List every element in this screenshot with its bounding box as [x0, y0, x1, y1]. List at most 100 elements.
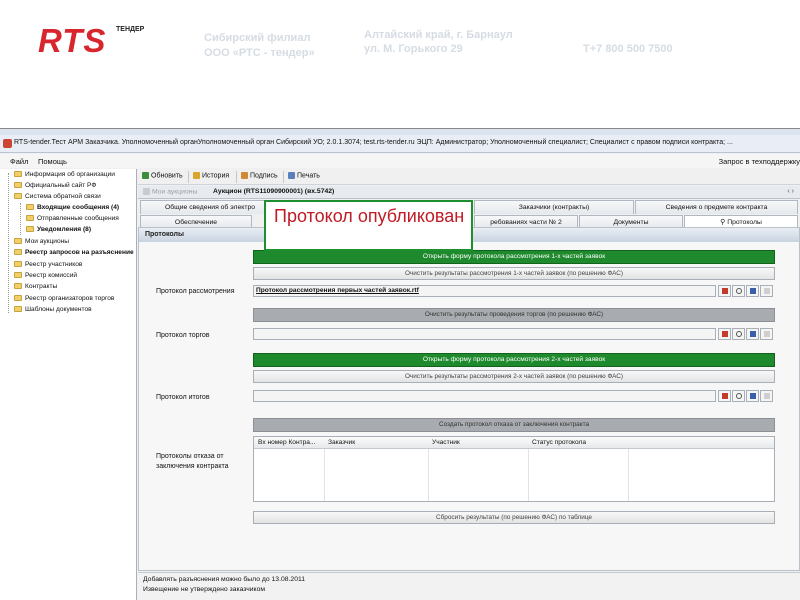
results-protocol-field[interactable] — [253, 390, 716, 402]
col-protocol-status[interactable]: Статус протокола — [532, 439, 586, 446]
label-review-protocol: Протокол рассмотрения — [156, 288, 235, 295]
tree-item-participants[interactable]: Реестр участников — [14, 260, 82, 270]
label-refusal-protocols: Протоколы отказа от заключения контракта — [156, 453, 229, 470]
tab-general-info[interactable]: Общие сведения об электро — [140, 200, 280, 214]
toolbar-separator — [188, 171, 189, 183]
create-refusal-protocol-button[interactable]: Создать протокол отказа от заключения ко… — [253, 418, 775, 432]
refresh-icon — [142, 172, 149, 179]
auction-protocol-field[interactable] — [253, 328, 716, 340]
branch-org: ООО «РТС - тендер» — [204, 47, 315, 59]
back-icon — [764, 331, 770, 337]
grid-col-divider — [324, 449, 325, 501]
col-customer[interactable]: Заказчик — [328, 439, 355, 446]
view-button[interactable] — [732, 390, 745, 402]
save-button[interactable] — [746, 390, 759, 402]
open-second-parts-button[interactable]: Открыть форму протокола рассмотрения 2-х… — [253, 353, 775, 367]
review-protocol-field[interactable]: Протокол рассмотрения первых частей заяв… — [253, 285, 716, 297]
tree-connector — [8, 173, 9, 313]
auction-protocol-actions — [718, 328, 778, 340]
review-protocol-link[interactable]: Протокол рассмотрения первых частей заяв… — [256, 287, 419, 294]
folder-icon — [14, 249, 22, 256]
col-inbound-number[interactable]: Вх номер Контра... — [258, 439, 315, 446]
phone-number: Т+7 800 500 7500 — [583, 43, 673, 55]
grid-header: Вх номер Контра... Заказчик Участник Ста… — [254, 437, 774, 449]
folder-icon — [14, 272, 22, 279]
delete-button[interactable] — [718, 390, 731, 402]
menu-file[interactable]: Файл — [10, 157, 28, 166]
grid-col-divider — [628, 449, 629, 501]
address-line-1: Алтайский край, г. Барнаул — [364, 29, 513, 41]
back-icon — [764, 288, 770, 294]
tree-item-contracts[interactable]: Контракты — [14, 282, 57, 292]
window-title: RTS-tender.Тест АРМ Заказчика. Уполномоч… — [14, 139, 733, 146]
refresh-button[interactable]: Обновить — [142, 172, 183, 179]
rts-logo: RTS ТЕНДЕР — [38, 24, 158, 60]
magnifier-icon — [736, 288, 742, 294]
refusal-protocols-grid[interactable]: Вх номер Контра... Заказчик Участник Ста… — [253, 436, 775, 502]
clear-auction-results-button[interactable]: Очистить результаты проведения торгов (п… — [253, 308, 775, 322]
back-button[interactable] — [760, 390, 773, 402]
tree-item-clarification-registry[interactable]: Реестр запросов на разъяснение — [14, 248, 134, 258]
review-protocol-actions — [718, 285, 778, 297]
logo-subtext: ТЕНДЕР — [116, 26, 145, 33]
app-window: RTS-tender.Тест АРМ Заказчика. Уполномоч… — [0, 128, 800, 600]
toolbar-separator — [283, 171, 284, 183]
delete-icon — [722, 288, 728, 294]
tree-item-feedback[interactable]: Система обратной связи — [14, 192, 101, 202]
address-line-2: ул. М. Горького 29 — [364, 43, 463, 55]
menu-tech-support[interactable]: Запрос в техподдержку — [719, 157, 800, 166]
grid-col-divider — [528, 449, 529, 501]
tab-scroll-arrows[interactable]: ‹ › — [787, 188, 794, 195]
tree-item-sent[interactable]: Отправленные сообщения — [26, 214, 119, 224]
window-titlebar: RTS-tender.Тест АРМ Заказчика. Уполномоч… — [0, 135, 800, 153]
tree-item-official-site[interactable]: Официальный сайт РФ — [14, 181, 96, 191]
published-callout: Протокол опубликован — [264, 200, 473, 251]
tree-item-organizers[interactable]: Реестр организаторов торгов — [14, 294, 114, 304]
save-button[interactable] — [746, 285, 759, 297]
protocols-panel: Протоколы Открыть форму протокола рассмо… — [138, 227, 800, 571]
sign-button[interactable]: Подпись — [241, 172, 278, 179]
tree-item-notifications[interactable]: Уведомления (8) — [26, 225, 91, 235]
menu-help[interactable]: Помощь — [38, 157, 67, 166]
reset-table-results-button[interactable]: Сбросить результаты (по решению ФАС) по … — [253, 511, 775, 524]
view-button[interactable] — [732, 285, 745, 297]
slide-header: RTS ТЕНДЕР Сибирский филиал ООО «РТС - т… — [0, 0, 800, 128]
tree-item-commissions[interactable]: Реестр комиссий — [14, 271, 77, 281]
col-participant[interactable]: Участник — [432, 439, 460, 446]
history-button[interactable]: История — [193, 172, 229, 179]
print-button[interactable]: Печать — [288, 172, 320, 179]
save-button[interactable] — [746, 328, 759, 340]
tab-my-auctions[interactable]: Мои аукционы — [143, 188, 197, 195]
sign-icon — [241, 172, 248, 179]
tree-item-org-info[interactable]: Информация об организации — [14, 170, 115, 180]
folder-icon — [14, 295, 22, 302]
logo-text: RTS — [38, 22, 107, 59]
delete-button[interactable] — [718, 285, 731, 297]
magnifier-icon — [736, 393, 742, 399]
folder-icon — [26, 204, 34, 211]
print-icon — [288, 172, 295, 179]
open-first-parts-button[interactable]: Открыть форму протокола рассмотрения 1-х… — [253, 250, 775, 264]
tree-item-my-auctions[interactable]: Мои аукционы — [14, 237, 69, 247]
delete-icon — [722, 331, 728, 337]
tree-connector-sub — [20, 203, 21, 235]
tab-subject-info[interactable]: Сведения о предмете контракта — [635, 200, 798, 214]
results-protocol-actions — [718, 390, 778, 402]
clear-second-parts-button[interactable]: Очистить результаты рассмотрения 2-х час… — [253, 370, 775, 383]
back-button[interactable] — [760, 328, 773, 340]
clear-first-parts-button[interactable]: Очистить результаты рассмотрения 1-х час… — [253, 267, 775, 280]
menu-bar: Файл Помощь Запрос в техподдержку — [0, 154, 800, 168]
folder-icon — [14, 261, 22, 268]
delete-icon — [722, 393, 728, 399]
tree-item-inbox[interactable]: Входящие сообщения (4) — [26, 203, 119, 213]
tab-current-auction[interactable]: Аукцион (RTS11090900001) (вх.5742) — [213, 188, 334, 195]
view-button[interactable] — [732, 328, 745, 340]
app-icon — [3, 139, 12, 148]
folder-icon — [14, 193, 22, 200]
back-button[interactable] — [760, 285, 773, 297]
tree-item-templates[interactable]: Шаблоны документов — [14, 305, 92, 315]
folder-icon — [143, 188, 150, 195]
delete-button[interactable] — [718, 328, 731, 340]
toolbar: Обновить История Подпись Печать — [138, 169, 800, 185]
tab-customers[interactable]: Заказчики (контракты) — [474, 200, 634, 214]
